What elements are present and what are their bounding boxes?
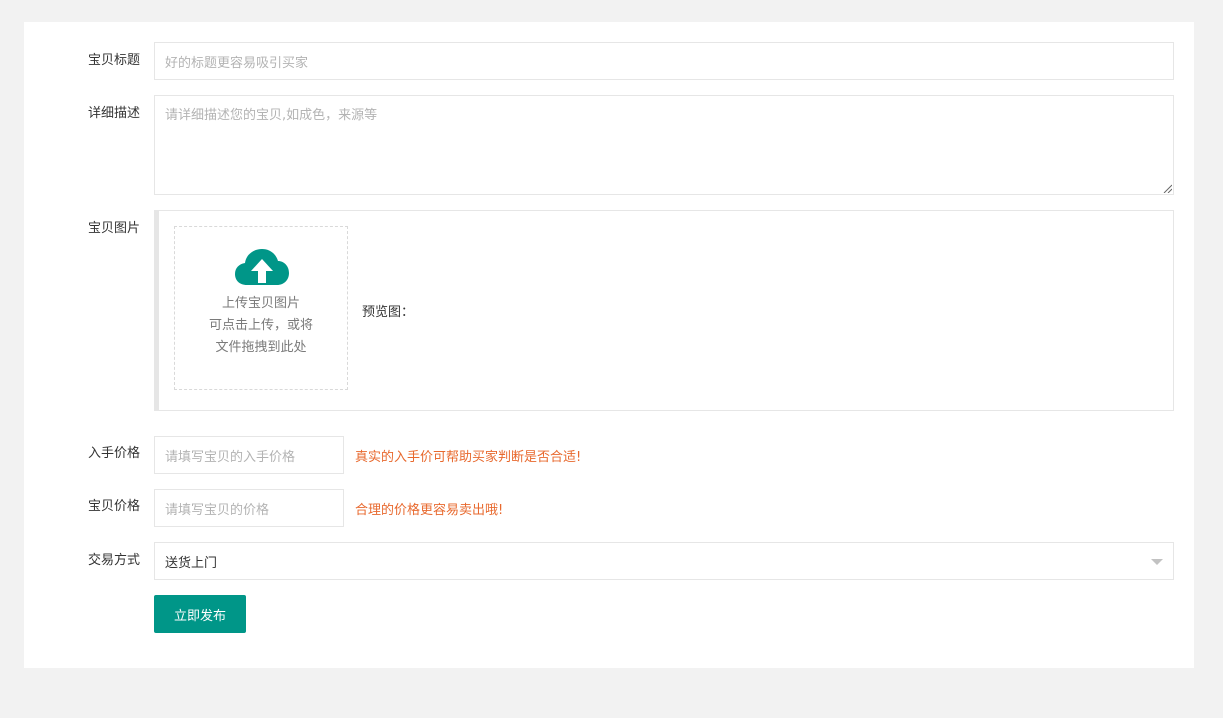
purchase-price-hint: 真实的入手价可帮助买家判断是否合适! bbox=[355, 450, 582, 465]
title-label: 宝贝标题 bbox=[87, 53, 140, 68]
purchase-price-input[interactable]: 请填写宝贝的入手价格 bbox=[154, 436, 344, 474]
price-placeholder: 请填写宝贝的价格 bbox=[165, 502, 270, 518]
caret-down-icon bbox=[1151, 559, 1163, 565]
price-hint: 合理的价格更容易卖出哦! bbox=[355, 503, 504, 518]
publish-button[interactable]: 立即发布 bbox=[154, 595, 246, 633]
purchase-price-placeholder: 请填写宝贝的入手价格 bbox=[165, 449, 296, 465]
title-input[interactable]: 好的标题更容易吸引买家 bbox=[154, 42, 1174, 80]
description-textarea[interactable]: 请详细描述您的宝贝,如成色，来源等 bbox=[154, 95, 1174, 195]
price-input[interactable]: 请填写宝贝的价格 bbox=[154, 489, 344, 527]
publish-form-card: 宝贝标题 好的标题更容易吸引买家 详细描述 请详细描述您的宝贝,如成色，来源等 … bbox=[24, 22, 1194, 668]
upload-dropzone[interactable]: 上传宝贝图片 可点击上传，或将 文件拖拽到此处 bbox=[174, 226, 348, 390]
price-label: 宝贝价格 bbox=[87, 499, 140, 514]
upload-hint-line1: 可点击上传，或将 bbox=[208, 318, 313, 333]
trade-method-value: 送货上门 bbox=[165, 555, 218, 571]
cloud-upload-icon bbox=[235, 249, 289, 285]
title-placeholder: 好的标题更容易吸引买家 bbox=[165, 55, 309, 71]
resize-handle-icon[interactable] bbox=[1163, 184, 1172, 193]
image-upload-area: 上传宝贝图片 可点击上传，或将 文件拖拽到此处 预览图： bbox=[154, 210, 1174, 411]
images-label: 宝贝图片 bbox=[87, 221, 140, 236]
purchase-price-label: 入手价格 bbox=[87, 446, 140, 461]
upload-hint-line2: 文件拖拽到此处 bbox=[215, 340, 307, 355]
description-placeholder: 请详细描述您的宝贝,如成色，来源等 bbox=[165, 108, 378, 123]
upload-title: 上传宝贝图片 bbox=[221, 296, 300, 311]
description-label: 详细描述 bbox=[87, 106, 140, 121]
preview-label: 预览图： bbox=[362, 305, 415, 320]
trade-method-label: 交易方式 bbox=[87, 553, 140, 568]
trade-method-select[interactable]: 送货上门 bbox=[154, 542, 1174, 580]
